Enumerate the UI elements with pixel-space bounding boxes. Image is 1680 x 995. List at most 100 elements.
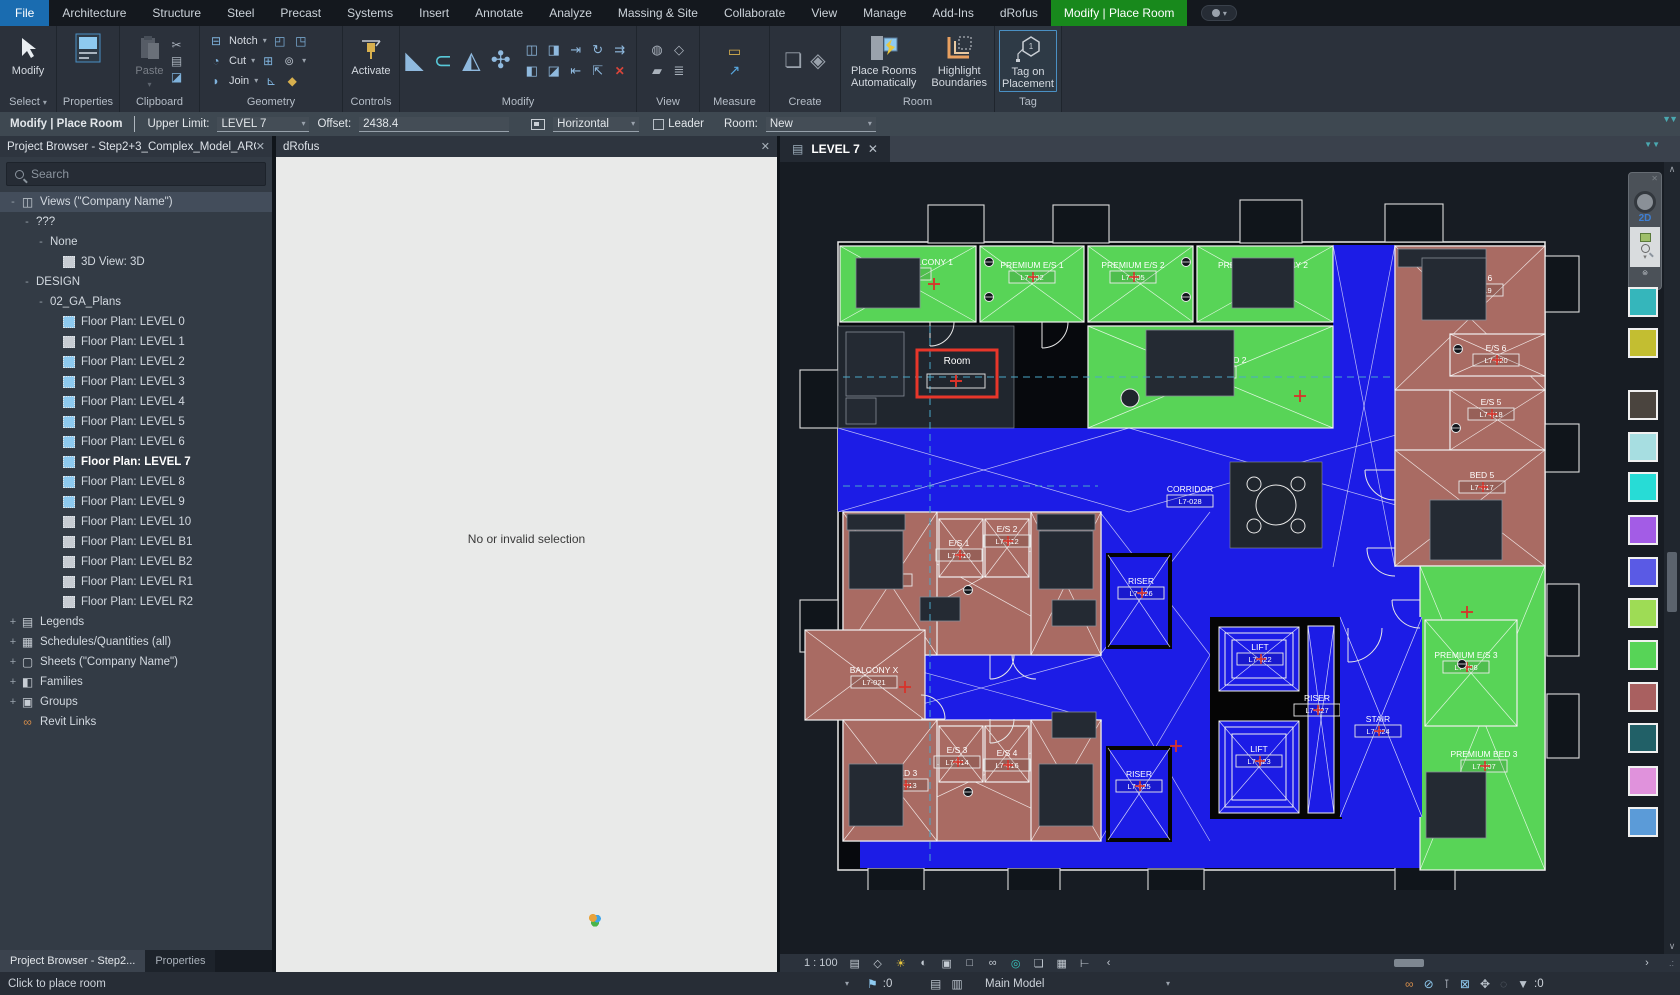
close-icon[interactable]: ✕ xyxy=(761,140,770,153)
color-swatch[interactable] xyxy=(1628,432,1658,462)
tab-precast[interactable]: Precast xyxy=(267,0,334,26)
measure-icon[interactable]: ↗ xyxy=(729,62,741,79)
tree-item-floor-plan-level-6[interactable]: Floor Plan: LEVEL 6 xyxy=(0,432,272,452)
match-type-icon[interactable]: ◪ xyxy=(169,69,185,84)
temporary-hide-isolate-icon[interactable]: ∞ xyxy=(986,957,1000,970)
create-parts-icon[interactable]: ◈ xyxy=(810,48,825,73)
collapse-icon[interactable]: - xyxy=(36,296,46,308)
tree-item-groups[interactable]: +▣Groups xyxy=(0,692,272,712)
tree-item-floor-plan-level-b1[interactable]: Floor Plan: LEVEL B1 xyxy=(0,532,272,552)
highlight-boundaries-button[interactable]: Highlight Boundaries xyxy=(928,30,990,92)
worksharing-display-icon[interactable]: ▦ xyxy=(1055,957,1069,970)
resize-grip-icon[interactable]: .: xyxy=(1669,958,1674,968)
tree-item-floor-plan-level-8[interactable]: Floor Plan: LEVEL 8 xyxy=(0,472,272,492)
tree-item-sheets-company-name-[interactable]: +▢Sheets ("Company Name") xyxy=(0,652,272,672)
tree-item-design[interactable]: -DESIGN xyxy=(0,272,272,292)
filter-control[interactable]: ▼ :0 xyxy=(1512,977,1543,991)
tab-file[interactable]: File xyxy=(0,0,49,26)
tree-item-schedules-quantities-all-[interactable]: +▦Schedules/Quantities (all) xyxy=(0,632,272,652)
move-icon[interactable]: ✣ xyxy=(491,46,511,75)
navbar-options-icon[interactable]: ⊜ xyxy=(1642,269,1648,277)
tree-item-floor-plan-level-3[interactable]: Floor Plan: LEVEL 3 xyxy=(0,372,272,392)
project-browser-header[interactable]: Project Browser - Step2+3_Complex_Model_… xyxy=(0,136,272,157)
tree-item-02-ga-plans[interactable]: -02_GA_Plans xyxy=(0,292,272,312)
active-workset-select[interactable]: Main Model xyxy=(985,978,1044,990)
tree-item-families[interactable]: +◧Families xyxy=(0,672,272,692)
chevron-down-icon[interactable]: ▾ xyxy=(845,979,849,988)
select-panel-label[interactable]: Select ▾ xyxy=(0,95,56,112)
tab-manage[interactable]: Manage xyxy=(850,0,919,26)
activate-button[interactable]: Activate xyxy=(351,30,390,92)
demolish-icon[interactable]: ⊚ xyxy=(281,53,297,68)
zoom-tool-button[interactable]: ▾ xyxy=(1630,227,1660,267)
orientation-select[interactable]: Horizontal▾ xyxy=(553,117,639,132)
tree-item-floor-plan-level-1[interactable]: Floor Plan: LEVEL 1 xyxy=(0,332,272,352)
tab-collaborate[interactable]: Collaborate xyxy=(711,0,798,26)
pin-modify-icon[interactable]: ⇥ xyxy=(570,42,581,58)
copy-icon[interactable]: ◧ xyxy=(526,63,538,79)
join-button[interactable]: ◗Join▾⊾◆ xyxy=(208,71,309,90)
worksets-icon[interactable]: ▤ xyxy=(930,977,941,991)
collapse-icon[interactable]: - xyxy=(8,196,18,208)
shadows-icon[interactable]: ◐ xyxy=(917,957,931,970)
tab-analyze[interactable]: Analyze xyxy=(536,0,605,26)
linework-icon[interactable]: ≣ xyxy=(674,63,685,79)
properties-button[interactable] xyxy=(73,30,103,92)
visual-style-icon[interactable]: ◇ xyxy=(871,957,885,970)
paint-icon[interactable]: ◆ xyxy=(284,73,300,88)
expand-icon[interactable]: + xyxy=(8,616,18,628)
design-options-control[interactable]: ⚑ :0 xyxy=(862,977,892,991)
sun-path-icon[interactable]: ☀ xyxy=(894,957,908,970)
expand-icon[interactable]: + xyxy=(8,676,18,688)
scroll-right-icon[interactable]: › xyxy=(1640,957,1654,969)
ribbon-display-toggle[interactable]: ▾ xyxy=(1201,5,1237,21)
unpin-icon[interactable]: ⇤ xyxy=(570,63,581,79)
show-crop-region-icon[interactable]: □ xyxy=(963,957,977,970)
split-face-icon[interactable]: ⊞ xyxy=(260,53,276,68)
color-swatch[interactable] xyxy=(1628,807,1658,837)
upper-limit-select[interactable]: LEVEL 7▾ xyxy=(217,117,309,132)
select-by-face-icon[interactable]: ⊠ xyxy=(1460,977,1470,991)
scroll-down-icon[interactable]: ∨ xyxy=(1669,941,1676,952)
tree-item-floor-plan-level-r2[interactable]: Floor Plan: LEVEL R2 xyxy=(0,592,272,612)
tab-level-7[interactable]: ▤ LEVEL 7 ✕ xyxy=(780,136,890,162)
tab-modify-place-room[interactable]: Modify | Place Room xyxy=(1051,0,1188,26)
rotate-icon[interactable]: ↻ xyxy=(592,42,603,58)
split-icon[interactable]: ◫ xyxy=(526,42,538,58)
color-swatch[interactable] xyxy=(1628,515,1658,545)
cut-button[interactable]: ◔Cut▾⊞⊚▾ xyxy=(208,51,309,70)
color-swatch[interactable] xyxy=(1628,390,1658,420)
tree-item-floor-plan-level-r1[interactable]: Floor Plan: LEVEL R1 xyxy=(0,572,272,592)
collapse-icon[interactable]: - xyxy=(22,276,32,288)
tree-item-none[interactable]: -None xyxy=(0,232,272,252)
select-links-icon[interactable]: ∞ xyxy=(1405,977,1414,991)
tab-insert[interactable]: Insert xyxy=(406,0,462,26)
tab-properties[interactable]: Properties xyxy=(145,950,215,972)
select-pinned-icon[interactable]: ⊺ xyxy=(1444,977,1450,991)
tab-systems[interactable]: Systems xyxy=(334,0,406,26)
close-icon[interactable]: ✕ xyxy=(256,140,265,153)
fillet-icon[interactable]: ⊂ xyxy=(434,48,452,74)
active-workset-icon[interactable]: ▥ xyxy=(951,977,962,991)
color-swatch[interactable] xyxy=(1628,598,1658,628)
collapse-chevrons-icon[interactable]: ▼▼ xyxy=(1662,114,1676,124)
chevron-down-icon[interactable]: ▾ xyxy=(1166,979,1170,988)
detail-level-icon[interactable]: ▤ xyxy=(848,957,862,970)
scale-icon[interactable]: ◪ xyxy=(548,63,560,79)
create-group-icon[interactable]: ❏ xyxy=(784,48,802,73)
color-swatch[interactable] xyxy=(1628,766,1658,796)
color-swatch[interactable] xyxy=(1628,328,1658,358)
copy-to-clipboard-icon[interactable]: ▤ xyxy=(169,53,185,68)
mirror-icon[interactable]: ◭ xyxy=(462,46,480,75)
align-icon[interactable]: ◣ xyxy=(405,46,423,75)
tree-item-floor-plan-level-2[interactable]: Floor Plan: LEVEL 2 xyxy=(0,352,272,372)
modify-button[interactable]: Modify xyxy=(12,30,44,92)
tag-on-placement-button[interactable]: 1 Tag on Placement xyxy=(999,30,1057,92)
steering-wheel-icon[interactable] xyxy=(1634,191,1656,213)
reveal-hidden-elements-icon[interactable]: ◎ xyxy=(1009,957,1023,970)
properties-panel-label[interactable]: Properties xyxy=(57,95,119,112)
tree-item-legends[interactable]: +▤Legends xyxy=(0,612,272,632)
tab-project-browser[interactable]: Project Browser - Step2... xyxy=(0,950,145,972)
trim-icon[interactable]: ◨ xyxy=(548,42,560,58)
search-input[interactable]: Search xyxy=(6,162,266,186)
